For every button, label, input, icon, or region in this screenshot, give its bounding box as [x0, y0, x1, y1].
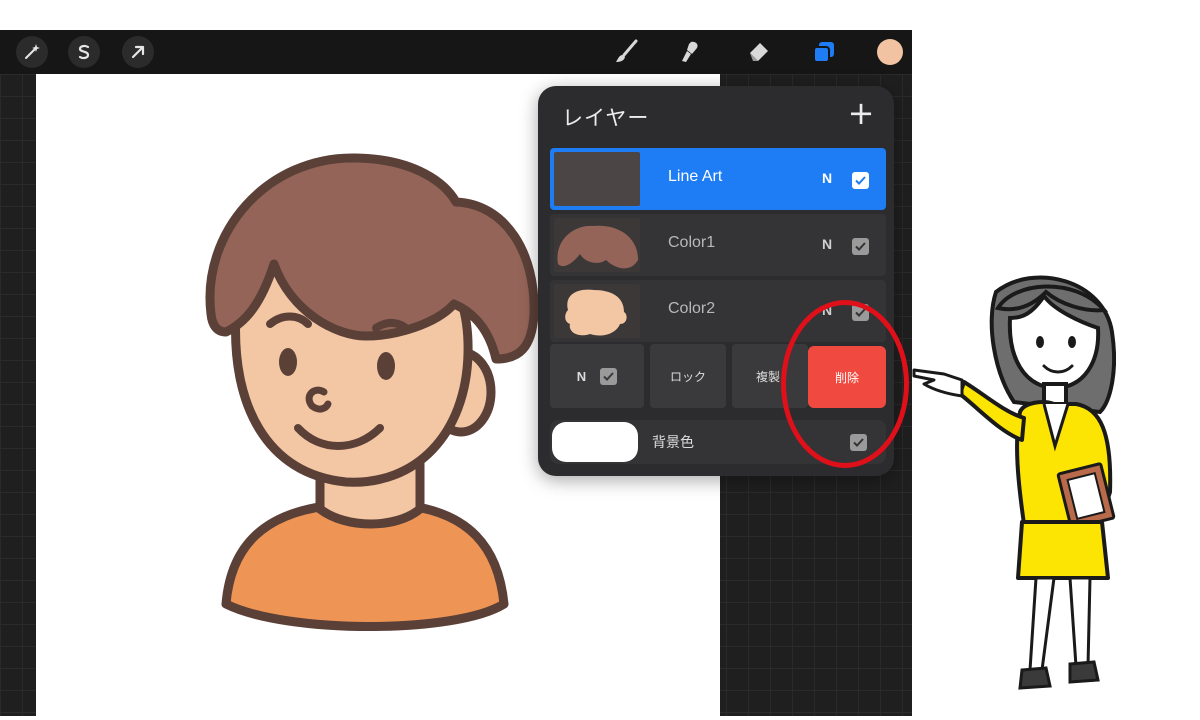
background-label: 背景色 [652, 435, 694, 451]
brush-icon[interactable] [610, 36, 642, 68]
blend-mode-button[interactable]: N [822, 236, 832, 252]
add-layer-button[interactable]: + [844, 96, 878, 130]
layers-icon[interactable] [808, 36, 840, 68]
highlight-circle [781, 300, 909, 468]
blend-options-button[interactable]: N [550, 344, 644, 408]
layer-visibility-checkbox[interactable] [852, 172, 869, 189]
magic-wand-icon[interactable] [16, 36, 48, 68]
color-swatch[interactable] [874, 36, 906, 68]
layer-name: Color2 [668, 300, 716, 317]
layer-thumbnail [554, 284, 640, 338]
blend-mode-button[interactable]: N [822, 170, 832, 186]
layer-name: Color1 [668, 234, 716, 251]
visibility-checkbox[interactable] [600, 367, 618, 385]
blend-mode-label: N [576, 368, 587, 384]
background-thumbnail [552, 422, 638, 462]
smudge-icon[interactable] [674, 36, 706, 68]
transform-arrow-icon[interactable] [122, 36, 154, 68]
selection-s-icon[interactable] [68, 36, 100, 68]
layer-name: Line Art [668, 168, 723, 185]
presenter-woman-illustration [912, 275, 1116, 690]
layer-row-color1[interactable]: Color1 N [550, 214, 886, 276]
panel-title: レイヤー [562, 106, 650, 130]
layer-thumbnail [554, 152, 640, 206]
top-toolbar [0, 30, 912, 74]
layer-row-line-art[interactable]: Line Art N [550, 148, 886, 210]
lock-button[interactable]: ロック [650, 344, 726, 408]
layer-thumbnail [554, 218, 640, 272]
eraser-icon[interactable] [742, 36, 774, 68]
layer-visibility-checkbox[interactable] [852, 238, 869, 255]
